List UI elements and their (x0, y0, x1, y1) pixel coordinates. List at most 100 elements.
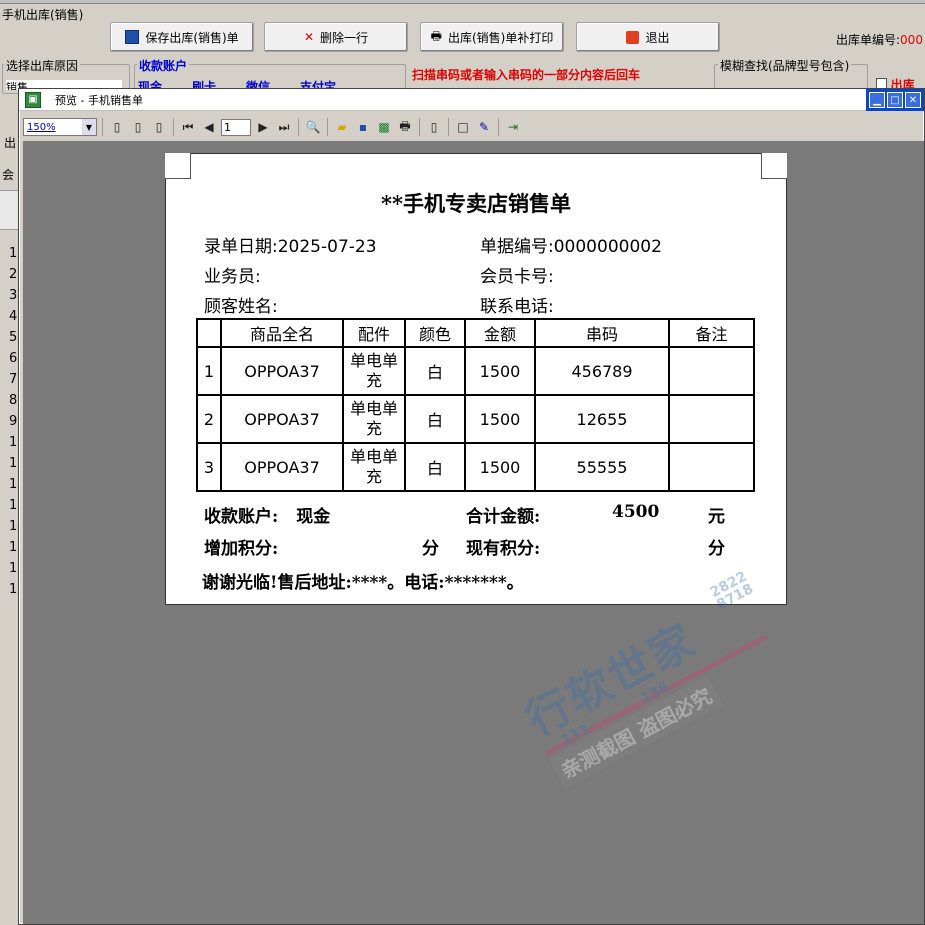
receipt-page: **手机专卖店销售单 录单日期:2025-07-23 单据编号:00000000… (165, 153, 787, 605)
chevron-down-icon[interactable]: ▼ (82, 119, 96, 135)
table-row: 1 OPPOA37 单电单充 白 1500 456789 (196, 346, 755, 396)
two-pages-icon[interactable]: ▯ (150, 118, 168, 136)
save-button[interactable]: 保存出库(销售)单 (110, 22, 254, 52)
preview-toolbar: 150% ▼ ▯ ▯ ▯ ⏮ ◀ 1 ▶ ⏭ 🔍 ▰ ▪ ▩ 🖶 ▯ □ ✎ ⇥ (23, 115, 920, 139)
cell-amount: 1500 (464, 394, 536, 444)
cell-accessory: 单电单充 (342, 346, 406, 396)
toolbar-separator (298, 118, 299, 136)
row-number: 3 (9, 288, 18, 303)
row-number: 11 (0, 456, 26, 471)
maximize-icon[interactable]: □ (887, 92, 903, 108)
cell-color: 白 (404, 394, 466, 444)
save-icon (125, 30, 140, 44)
first-page-icon[interactable]: ⏮ (179, 118, 197, 136)
print-icon[interactable]: 🖶 (396, 118, 414, 136)
close-icon[interactable]: ✕ (905, 92, 921, 108)
toolbar-separator (498, 118, 499, 136)
right-flag: 出库单 (876, 76, 925, 88)
account-legend: 收款账户 (137, 57, 190, 74)
app-icon: ▣ (25, 91, 41, 108)
order-no-label: 出库单编号:000 (836, 33, 923, 47)
preview-canvas: **手机专卖店销售单 录单日期:2025-07-23 单据编号:00000000… (23, 141, 924, 924)
side-label-member: 会 (2, 168, 15, 182)
receipt-title: **手机专卖店销售单 (381, 191, 571, 216)
delete-icon: ✕ (303, 30, 315, 44)
cell-name: OPPOA37 (220, 442, 344, 492)
zoom-select[interactable]: 150% ▼ (23, 118, 97, 136)
scan-hint: 扫描串码或者输入串码的一部分内容后回车 (412, 68, 641, 82)
date-field: 录单日期:2025-07-23 (204, 237, 377, 257)
page-input[interactable]: 1 (221, 118, 251, 136)
cell-color: 白 (404, 346, 466, 396)
cur-points-label: 现有积分: (466, 539, 541, 559)
preview-title: 预览 - 手机销售单 (55, 93, 143, 107)
whole-page-icon[interactable]: ▯ (129, 118, 147, 136)
row-number: 12 (0, 477, 26, 492)
cell-note (668, 394, 755, 444)
margin-corner (165, 153, 191, 179)
last-page-icon[interactable]: ⏭ (275, 118, 293, 136)
row-number-column: 1 2 3 4 5 6 7 8 9 10 11 12 13 14 15 16 1… (0, 246, 26, 606)
printer-icon: 🖶 (430, 28, 442, 43)
toolbar-separator (102, 118, 103, 136)
exit-preview-icon[interactable]: ⇥ (504, 118, 522, 136)
exit-button[interactable]: 退出 (576, 22, 720, 52)
save-icon[interactable]: ▪ (354, 118, 372, 136)
margin-corner (761, 153, 787, 179)
cell-no: 1 (196, 346, 222, 396)
reprint-button[interactable]: 🖶 出库(销售)单补打印 (420, 22, 564, 52)
title-divider (0, 0, 925, 4)
cur-points-unit: 分 (708, 539, 725, 559)
reason-legend: 选择出库原因 (4, 57, 81, 74)
side-label-out: 出 (4, 136, 17, 150)
total-value: 4500 (612, 502, 660, 522)
table-header: 商品全名 配件 颜色 金额 串码 备注 (196, 318, 755, 348)
table-row: 3 OPPOA37 单电单充 白 1500 55555 (196, 442, 755, 492)
pen-icon[interactable]: ✎ (475, 118, 493, 136)
toolbar-separator (448, 118, 449, 136)
cell-imei: 456789 (534, 346, 670, 396)
cell-no: 2 (196, 394, 222, 444)
cell-imei: 12655 (534, 394, 670, 444)
column-header: 金额 (464, 318, 536, 348)
right-flag-checkbox[interactable] (876, 78, 887, 88)
cell-note (668, 346, 755, 396)
window-title: 手机出库(销售) (2, 8, 84, 22)
cell-color: 白 (404, 442, 466, 492)
total-label: 合计金额: (466, 507, 541, 527)
add-points-unit: 分 (422, 539, 439, 559)
row-number: 8 (9, 393, 18, 408)
minimize-icon[interactable]: ▁ (869, 92, 885, 108)
column-header: 颜色 (404, 318, 466, 348)
member-field: 会员卡号: (480, 267, 554, 287)
items-table: 商品全名 配件 颜色 金额 串码 备注 1 OPPOA37 单电单充 白 150… (196, 318, 755, 492)
open-icon[interactable]: ▰ (333, 118, 351, 136)
cell-amount: 1500 (464, 442, 536, 492)
preview-titlebar: ▣ 预览 - 手机销售单 ▁ □ ✕ (19, 89, 924, 111)
row-number: 17 (0, 582, 26, 597)
next-page-icon[interactable]: ▶ (254, 118, 272, 136)
page-setup-icon[interactable]: ▯ (425, 118, 443, 136)
preview-window: ▣ 预览 - 手机销售单 ▁ □ ✕ 150% ▼ ▯ ▯ ▯ ⏮ ◀ 1 ▶ … (18, 88, 925, 925)
column-header: 配件 (342, 318, 406, 348)
excel-icon[interactable]: ▩ (375, 118, 393, 136)
phone-field: 联系电话: (480, 297, 554, 317)
thanks-text: 谢谢光临!售后地址:****。电话:*******。 (202, 573, 524, 593)
delete-row-button[interactable]: ✕ 删除一行 (264, 22, 408, 52)
exit-icon (626, 30, 640, 44)
toolbar-separator (173, 118, 174, 136)
row-number: 13 (0, 498, 26, 513)
window-controls: ▁ □ ✕ (866, 89, 924, 111)
frame-icon[interactable]: □ (454, 118, 472, 136)
add-points-label: 增加积分: (204, 539, 279, 559)
column-header: 串码 (534, 318, 670, 348)
row-number: 9 (9, 414, 18, 429)
prev-page-icon[interactable]: ◀ (200, 118, 218, 136)
page-width-icon[interactable]: ▯ (108, 118, 126, 136)
cell-amount: 1500 (464, 346, 536, 396)
bill-no-field: 单据编号:0000000002 (480, 237, 662, 257)
find-icon[interactable]: 🔍 (304, 118, 322, 136)
cell-accessory: 单电单充 (342, 394, 406, 444)
cell-imei: 55555 (534, 442, 670, 492)
toolbar-separator (327, 118, 328, 136)
